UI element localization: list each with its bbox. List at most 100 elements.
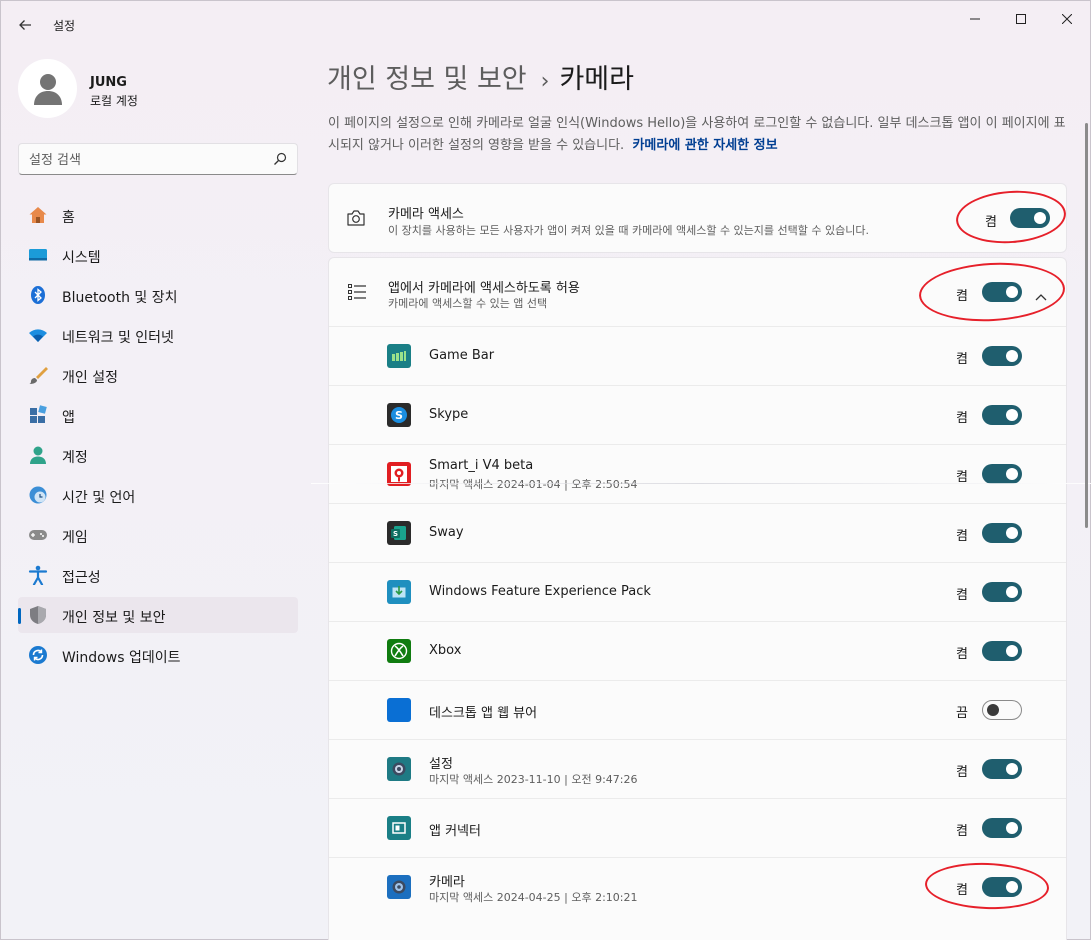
- xbox-icon: [387, 639, 411, 663]
- camera-access-description: 이 장치를 사용하는 모든 사용자가 앱이 켜져 있을 때 카메라에 액세스할 …: [388, 224, 869, 237]
- person-icon: [33, 73, 62, 105]
- avatar: [18, 59, 77, 118]
- app-camera-toggle[interactable]: [982, 523, 1022, 543]
- toggle-knob: [1006, 763, 1018, 775]
- breadcrumb-parent[interactable]: 개인 정보 및 보안: [327, 64, 527, 95]
- page-title: 카메라: [559, 64, 634, 95]
- sidebar-item-label: Bluetooth 및 장치: [62, 290, 178, 306]
- sidebar-item-privacy-security[interactable]: 개인 정보 및 보안: [18, 597, 298, 633]
- sidebar-item-accessibility[interactable]: 접근성: [18, 557, 298, 593]
- sidebar-item-label: 시간 및 언어: [62, 490, 136, 506]
- app-toggle-state: 끔: [956, 706, 968, 721]
- toggle-knob: [1034, 212, 1046, 224]
- breadcrumb: 개인 정보 및 보안 › 카메라: [327, 57, 634, 97]
- app-name: Game Bar: [429, 348, 495, 363]
- app-row: 데스크톱 앱 웹 뷰어 끔: [329, 680, 1066, 738]
- app-camera-access-card: 앱에서 카메라에 액세스하도록 허용 카메라에 액세스할 수 있는 앱 선택 켬…: [328, 257, 1067, 940]
- scrollbar[interactable]: [1085, 123, 1088, 528]
- app-name: Smart_i V4 beta: [429, 458, 534, 473]
- app-name: Sway: [429, 525, 464, 540]
- app-camera-toggle[interactable]: [982, 877, 1022, 897]
- toggle-knob: [1006, 645, 1018, 657]
- game-bar-icon: [387, 344, 411, 368]
- app-camera-toggle[interactable]: [982, 346, 1022, 366]
- app-row: Xbox 켬: [329, 621, 1066, 679]
- sidebar-item-label: 네트워크 및 인터넷: [62, 330, 174, 346]
- last-access-time: 마지막 액세스 2024-01-04 | 오후 2:50:54: [429, 478, 638, 491]
- gamepad-icon: [28, 525, 48, 545]
- close-button[interactable]: [1044, 5, 1090, 33]
- settings-search[interactable]: [18, 143, 298, 175]
- sidebar-item-windows-update[interactable]: Windows 업데이트: [18, 637, 298, 673]
- app-camera-toggle[interactable]: [982, 700, 1022, 720]
- sidebar-item-network[interactable]: 네트워크 및 인터넷: [18, 317, 298, 353]
- sidebar-item-system[interactable]: 시스템: [18, 237, 298, 273]
- app-access-header[interactable]: 앱에서 카메라에 액세스하도록 허용 카메라에 액세스할 수 있는 앱 선택 켬: [329, 258, 1066, 326]
- app-camera-toggle[interactable]: [982, 641, 1022, 661]
- sidebar-item-accounts[interactable]: 계정: [18, 437, 298, 473]
- camera-access-toggle[interactable]: [1010, 208, 1050, 228]
- search-input[interactable]: [29, 150, 269, 170]
- toggle-knob: [1006, 586, 1018, 598]
- sidebar-item-gaming[interactable]: 게임: [18, 517, 298, 553]
- app-row: S Sway 켬: [329, 503, 1066, 561]
- sway-icon: S: [387, 521, 411, 545]
- sidebar-item-label: 앱: [62, 410, 75, 426]
- minimize-button[interactable]: [952, 5, 998, 33]
- app-camera-toggle[interactable]: [982, 405, 1022, 425]
- settings-window: 설정 JUNG 로컬 계정 설정 검색 홈 시스템 Bluetooth 및 장치…: [0, 0, 1091, 940]
- shield-icon: [28, 605, 48, 625]
- chevron-up-icon[interactable]: [1035, 286, 1047, 305]
- sidebar-item-bluetooth[interactable]: Bluetooth 및 장치: [18, 277, 298, 313]
- last-access-time: 마지막 액세스 2023-11-10 | 오전 9:47:26: [429, 773, 638, 786]
- app-camera-toggle[interactable]: [982, 759, 1022, 779]
- app-row: Game Bar 켬: [329, 326, 1066, 384]
- app-name: Skype: [429, 407, 469, 422]
- title-bar: 설정: [1, 1, 1091, 49]
- app-row: Windows Feature Experience Pack 켬: [329, 562, 1066, 620]
- sidebar-item-label: 개인 설정: [62, 370, 118, 386]
- back-arrow-icon: [19, 20, 31, 30]
- maximize-button[interactable]: [998, 5, 1044, 33]
- camera-access-card: 카메라 액세스 이 장치를 사용하는 모든 사용자가 앱이 켜져 있을 때 카메…: [328, 183, 1067, 253]
- system-icon: [28, 245, 48, 265]
- app-toggle-state: 켬: [956, 765, 968, 780]
- sidebar-item-personalization[interactable]: 개인 설정: [18, 357, 298, 393]
- back-button[interactable]: [13, 13, 37, 37]
- search-icon[interactable]: [273, 152, 287, 166]
- sidebar-item-label: 개인 정보 및 보안: [62, 610, 166, 626]
- camera-access-title: 카메라 액세스: [388, 207, 464, 222]
- user-profile[interactable]: JUNG 로컬 계정: [18, 59, 288, 119]
- app-toggle-state: 켬: [956, 352, 968, 367]
- settings-app-icon: [387, 757, 411, 781]
- app-access-title: 앱에서 카메라에 액세스하도록 허용: [388, 281, 580, 296]
- app-toggle-state: 켬: [956, 647, 968, 662]
- web-viewer-icon: [387, 698, 411, 722]
- app-access-state: 켬: [956, 289, 968, 304]
- sidebar-item-label: 접근성: [62, 570, 101, 586]
- app-toggle-state: 켬: [956, 529, 968, 544]
- sidebar-item-label: 홈: [62, 210, 75, 226]
- app-camera-toggle[interactable]: [982, 818, 1022, 838]
- app-camera-toggle[interactable]: [982, 464, 1022, 484]
- camera-info-link[interactable]: 카메라에 관한 자세한 정보: [632, 138, 777, 153]
- sidebar-item-home[interactable]: 홈: [18, 197, 298, 233]
- app-access-description: 카메라에 액세스할 수 있는 앱 선택: [388, 297, 548, 310]
- toggle-knob: [1006, 527, 1018, 539]
- app-camera-toggle[interactable]: [982, 582, 1022, 602]
- app-name: Xbox: [429, 643, 462, 658]
- toggle-knob: [1006, 409, 1018, 421]
- app-connector-icon: [387, 816, 411, 840]
- user-name: JUNG: [90, 75, 127, 90]
- last-access-time: 마지막 액세스 2024-04-25 | 오후 2:10:21: [429, 891, 638, 904]
- app-name: 앱 커넥터: [429, 824, 481, 839]
- info-message: 이 페이지의 설정으로 인해 카메라로 얼굴 인식(Windows Hello)…: [328, 113, 1068, 157]
- wifi-icon: [28, 325, 48, 345]
- app-toggle-state: 켬: [956, 411, 968, 426]
- sidebar-item-apps[interactable]: 앱: [18, 397, 298, 433]
- sidebar-item-time-language[interactable]: 시간 및 언어: [18, 477, 298, 513]
- app-access-toggle[interactable]: [982, 282, 1022, 302]
- list-icon: [347, 282, 367, 306]
- sidebar-item-label: 게임: [62, 530, 88, 546]
- sidebar-item-label: 시스템: [62, 250, 101, 266]
